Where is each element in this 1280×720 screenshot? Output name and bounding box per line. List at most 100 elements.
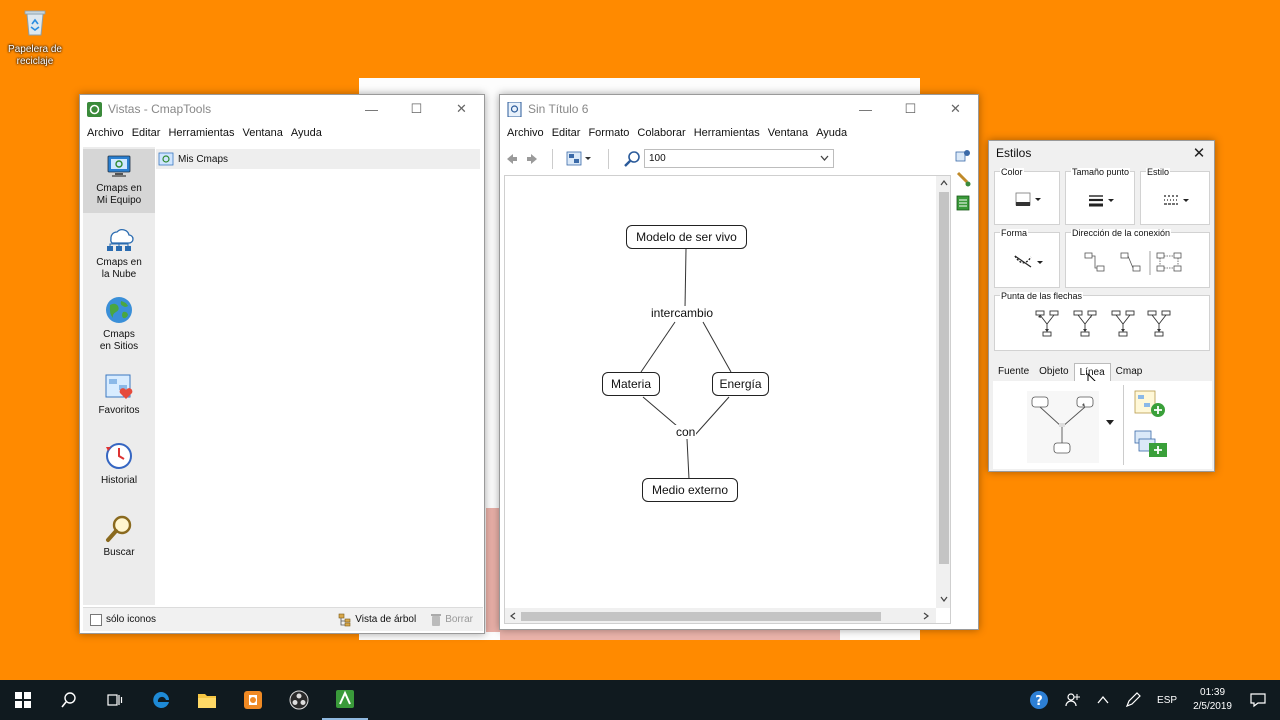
menu-ayuda[interactable]: Ayuda xyxy=(287,127,326,139)
icons-only-checkbox[interactable] xyxy=(90,613,102,626)
line-style-preview-icon[interactable] xyxy=(1027,391,1099,463)
connection-direction-icons[interactable] xyxy=(1084,251,1196,275)
task-view-icon xyxy=(107,694,123,706)
scroll-left-icon[interactable] xyxy=(510,612,516,620)
back-arrow-icon[interactable] xyxy=(506,153,518,165)
nav-historial[interactable]: Historial xyxy=(83,441,155,487)
zoom-select[interactable]: 100 xyxy=(644,149,834,168)
menu-ventana[interactable]: Ventana xyxy=(238,127,286,139)
concept-node-left[interactable]: Materia xyxy=(602,372,660,396)
horizontal-scroll-thumb[interactable] xyxy=(521,612,881,621)
zoom-icon[interactable] xyxy=(624,151,642,167)
maximize-button[interactable]: ☐ xyxy=(888,95,933,123)
add-style-sheet-icon[interactable] xyxy=(1133,429,1169,459)
vertical-scroll-thumb[interactable] xyxy=(939,192,949,564)
arrowhead-options-icons[interactable] xyxy=(1035,310,1175,338)
trash-icon xyxy=(431,613,442,626)
line-shape-icon[interactable] xyxy=(1013,253,1045,271)
taskbar-edge[interactable] xyxy=(138,680,184,720)
connection-direction-group: Dirección de la conexión xyxy=(1065,229,1210,288)
start-button[interactable] xyxy=(0,680,46,720)
forward-arrow-icon[interactable] xyxy=(526,153,538,165)
minimize-button[interactable]: — xyxy=(349,95,394,123)
link-phrase-top[interactable]: intercambio xyxy=(650,306,715,320)
point-size-group: Tamaño punto xyxy=(1065,168,1135,225)
taskbar-file-explorer[interactable] xyxy=(184,680,230,720)
vertical-scrollbar[interactable] xyxy=(936,176,950,608)
nav-label-line1: Cmaps xyxy=(103,329,135,340)
search-icon xyxy=(61,692,76,708)
taskbar-obs[interactable] xyxy=(276,680,322,720)
menu-colaborar[interactable]: Colaborar xyxy=(633,127,689,139)
tab-fuente[interactable]: Fuente xyxy=(993,363,1034,381)
menu-editar[interactable]: Editar xyxy=(128,127,165,139)
menu-ayuda[interactable]: Ayuda xyxy=(812,127,851,139)
menu-ventana[interactable]: Ventana xyxy=(764,127,812,139)
close-button[interactable]: ✕ xyxy=(1184,141,1214,165)
menu-archivo[interactable]: Archivo xyxy=(83,127,128,139)
taskbar-cmaptools[interactable] xyxy=(322,680,368,720)
nav-cmaps-mi-equipo[interactable]: Cmaps en Mi Equipo xyxy=(83,149,155,213)
color-picker-icon[interactable] xyxy=(1015,192,1043,208)
maximize-button[interactable]: ☐ xyxy=(394,95,439,123)
estilos-titlebar[interactable]: Estilos ✕ xyxy=(989,141,1214,165)
preview-dropdown-icon[interactable] xyxy=(1105,419,1115,427)
people-icon[interactable] xyxy=(1065,692,1081,708)
concept-node-root[interactable]: Modelo de ser vivo xyxy=(626,225,747,249)
nav-cmaps-nube[interactable]: Cmaps en la Nube xyxy=(83,227,155,281)
tree-item-mis-cmaps[interactable]: Mis Cmaps xyxy=(156,149,480,169)
menu-herramientas[interactable]: Herramientas xyxy=(690,127,764,139)
tree-view-button[interactable]: Vista de árbol xyxy=(338,613,416,627)
line-style-icon[interactable] xyxy=(1163,194,1191,208)
scroll-down-icon[interactable] xyxy=(940,596,948,602)
icons-only-label: sólo iconos xyxy=(106,614,157,625)
link-phrase-bottom[interactable]: con xyxy=(675,425,697,439)
search-icon xyxy=(106,515,132,542)
recycle-bin-desktop-icon[interactable]: Papelera de reciclaje xyxy=(4,6,66,68)
cmap-canvas[interactable]: Modelo de ser vivo intercambio Materia E… xyxy=(504,175,951,624)
notification-icon[interactable] xyxy=(1250,692,1266,708)
styles-brush-icon[interactable] xyxy=(955,171,971,187)
help-icon[interactable]: ? xyxy=(1029,690,1049,710)
vistas-titlebar[interactable]: Vistas - CmapTools — ☐ ✕ xyxy=(80,95,484,123)
editor-titlebar[interactable]: Sin Título 6 — ☐ ✕ xyxy=(500,95,978,123)
obs-recorder-icon xyxy=(289,690,309,710)
concept-node-bottom[interactable]: Medio externo xyxy=(642,478,738,502)
nav-label-line1: Cmaps en xyxy=(96,257,142,268)
menu-herramientas[interactable]: Herramientas xyxy=(164,127,238,139)
minimize-button[interactable]: — xyxy=(843,95,888,123)
collaborate-icon[interactable] xyxy=(955,149,971,163)
concept-label: Materia xyxy=(610,377,651,391)
windows-logo-icon xyxy=(15,692,31,708)
add-style-icon[interactable] xyxy=(1133,389,1167,419)
line-style-label: Estilo xyxy=(1146,167,1171,177)
concept-node-right[interactable]: Energía xyxy=(712,372,769,396)
scroll-up-icon[interactable] xyxy=(940,180,948,186)
taskbar-app-orange[interactable] xyxy=(230,680,276,720)
editor-title: Sin Título 6 xyxy=(528,102,589,116)
clock-date: 2/5/2019 xyxy=(1193,701,1232,712)
view-mode-dropdown-icon[interactable] xyxy=(566,151,592,167)
close-button[interactable]: ✕ xyxy=(439,95,484,123)
taskbar-clock[interactable]: 01:39 2/5/2019 xyxy=(1185,686,1240,714)
taskbar-search-button[interactable] xyxy=(46,680,92,720)
menu-editar[interactable]: Editar xyxy=(548,127,585,139)
line-width-icon[interactable] xyxy=(1088,194,1116,208)
nav-favoritos[interactable]: Favoritos xyxy=(83,373,155,417)
tab-objeto[interactable]: Objeto xyxy=(1034,363,1073,381)
tab-cmap[interactable]: Cmap xyxy=(1111,363,1148,381)
language-indicator[interactable]: ESP xyxy=(1157,695,1177,706)
pen-icon[interactable] xyxy=(1125,692,1141,708)
task-view-button[interactable] xyxy=(92,680,138,720)
menu-formato[interactable]: Formato xyxy=(584,127,633,139)
delete-button[interactable]: Borrar xyxy=(430,613,473,627)
chevron-down-icon xyxy=(820,155,829,161)
notes-icon[interactable] xyxy=(956,195,970,211)
chevron-up-icon[interactable] xyxy=(1097,695,1109,705)
horizontal-scrollbar[interactable] xyxy=(505,608,936,623)
close-button[interactable]: ✕ xyxy=(933,95,978,123)
menu-archivo[interactable]: Archivo xyxy=(503,127,548,139)
nav-cmaps-sitios[interactable]: Cmaps en Sitios xyxy=(83,295,155,353)
nav-buscar[interactable]: Buscar xyxy=(83,513,155,559)
scroll-right-icon[interactable] xyxy=(923,612,929,620)
